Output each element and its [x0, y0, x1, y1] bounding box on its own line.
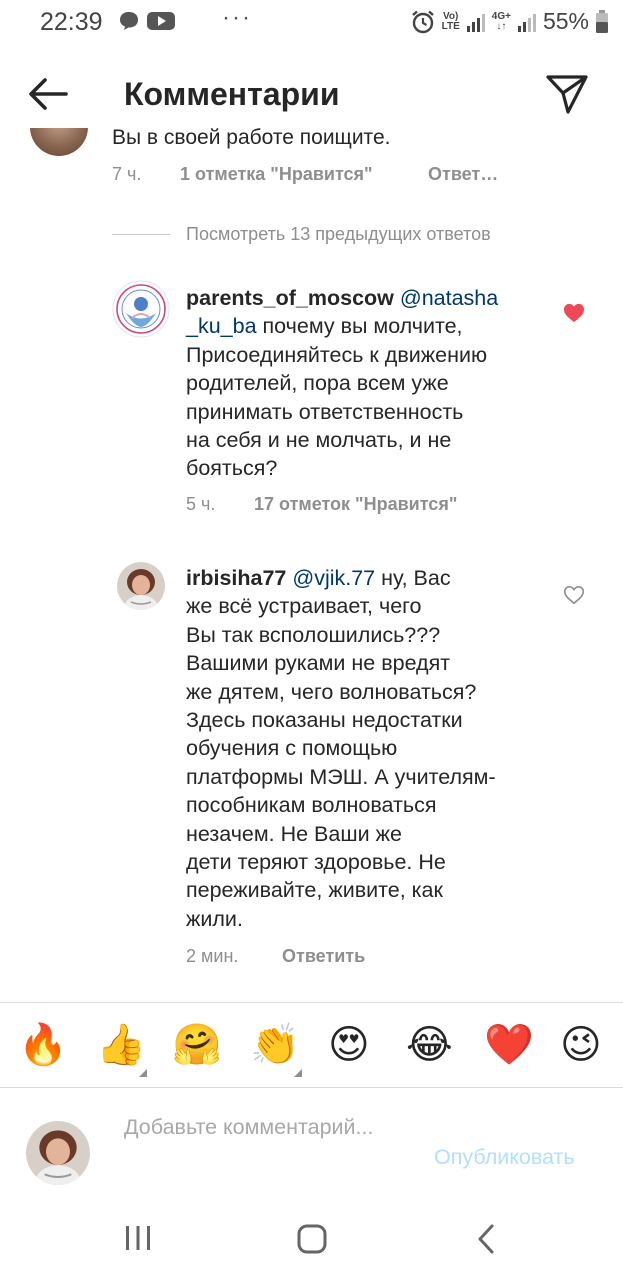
back-arrow-icon[interactable]: [24, 70, 72, 118]
emoji-thumbs-up[interactable]: 👍: [96, 1021, 146, 1069]
emoji-clapping[interactable]: 👏: [250, 1021, 300, 1069]
view-previous-replies[interactable]: Посмотреть 13 предыдущих ответов: [112, 224, 491, 245]
current-user-avatar: [26, 1121, 90, 1185]
comment-text-clipped: Вы в своей работе поищите.: [112, 128, 391, 149]
signal-icon: [466, 13, 485, 32]
heart-icon-liked[interactable]: [563, 303, 585, 323]
emoji-red-heart[interactable]: ❤️: [484, 1021, 534, 1069]
emoji-heart-eyes[interactable]: 😍: [328, 1021, 370, 1069]
android-nav-bar: [0, 1201, 623, 1280]
home-icon[interactable]: [296, 1223, 328, 1255]
page-title: Комментарии: [124, 76, 340, 112]
profile-photo: [26, 1121, 90, 1185]
network-type-indicator: 4G+ ↓↑: [491, 10, 511, 32]
signal-icon-2: [517, 13, 536, 32]
comment-time: 2 мин.: [186, 946, 239, 966]
skin-tone-indicator: [294, 1069, 302, 1077]
divider-line: [112, 234, 170, 235]
emoji-fire[interactable]: 🔥: [18, 1021, 68, 1069]
status-time: 22:39: [40, 8, 103, 36]
comment-time: 7 ч.: [112, 164, 142, 184]
nav-back-icon[interactable]: [474, 1223, 498, 1255]
direct-share-icon[interactable]: [544, 72, 590, 116]
emoji-hugging[interactable]: 🤗: [172, 1021, 222, 1069]
publish-button[interactable]: Опубликовать: [434, 1145, 575, 1170]
battery-percent: 55%: [542, 8, 589, 34]
avatar[interactable]: [30, 128, 88, 156]
comment-body: irbisiha77 @vjik.77 ну, Вас же всё устра…: [186, 566, 496, 931]
comment-username[interactable]: irbisiha77: [186, 566, 286, 590]
youtube-icon: [147, 12, 175, 30]
emoji-tears-of-joy[interactable]: 😂: [406, 1021, 453, 1069]
status-bar: 22:39 ··· Vo) LTE 4G+ ↓↑ 55%: [0, 0, 623, 46]
emoji-wink[interactable]: 😉: [560, 1021, 602, 1069]
chat-bubble-icon: [120, 12, 138, 30]
comment-body: parents_of_moscow @natasha _ku_ba почему…: [186, 286, 499, 481]
volte-indicator: Vo) LTE: [441, 10, 460, 32]
comment-composer: Опубликовать: [0, 1089, 623, 1201]
comment-likes[interactable]: 1 отметка "Нравится": [180, 164, 373, 185]
comments-list: Вы в своей работе поищите. 7 ч. 1 отметк…: [0, 128, 623, 1000]
avatar-irbisiha77[interactable]: [117, 562, 165, 610]
comment-time: 5 ч.: [186, 494, 216, 514]
skin-tone-indicator: [139, 1069, 147, 1077]
comment-mention-cont[interactable]: _ku_ba: [186, 314, 257, 338]
reply-button[interactable]: Ответить: [282, 946, 365, 967]
org-logo-icon: [112, 280, 170, 338]
emoji-quick-bar: 🔥 👍 🤗 👏 😍 😂 ❤️ 😉: [0, 1002, 623, 1088]
heart-icon[interactable]: [563, 585, 585, 605]
recent-apps-icon[interactable]: [124, 1223, 152, 1253]
comment-mention[interactable]: @vjik.77: [292, 566, 375, 590]
comment-likes[interactable]: 17 отметок "Нравится": [254, 494, 457, 515]
battery-icon: [596, 9, 608, 33]
profile-photo: [117, 562, 165, 610]
reply-button[interactable]: Ответ…: [428, 164, 498, 185]
status-more-dots: ···: [222, 4, 252, 31]
alarm-icon: [411, 10, 434, 33]
comment-mention[interactable]: @natasha: [400, 286, 498, 310]
comment-username[interactable]: parents_of_moscow: [186, 286, 394, 310]
comment-input[interactable]: [124, 1113, 414, 1177]
avatar-parents-of-moscow[interactable]: [112, 280, 170, 338]
header: Комментарии: [0, 46, 623, 140]
